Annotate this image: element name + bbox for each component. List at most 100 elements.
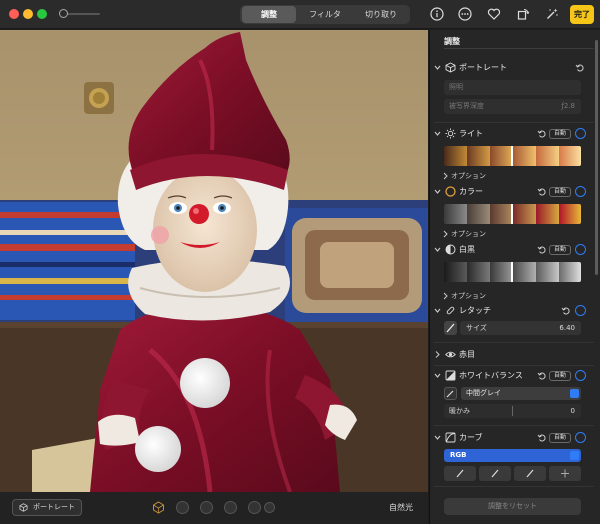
section-divider bbox=[434, 122, 594, 123]
auto-button[interactable]: 自動 bbox=[549, 433, 571, 443]
tab-adjust[interactable]: 調整 bbox=[242, 6, 296, 23]
retouch-toggle[interactable] bbox=[575, 305, 586, 316]
warmth-slider-tick bbox=[512, 406, 513, 416]
undo-icon[interactable] bbox=[537, 129, 546, 138]
light-toggle[interactable] bbox=[575, 128, 586, 139]
mid-point-picker[interactable] bbox=[479, 466, 511, 481]
reset-adjustments-button[interactable]: 調整をリセット bbox=[444, 498, 581, 515]
photo-bottom-bar: ポートレート 自然光 bbox=[0, 492, 428, 524]
section-light[interactable]: ライト 自動 bbox=[434, 127, 594, 141]
chevron-down-icon[interactable] bbox=[434, 245, 441, 254]
info-icon[interactable] bbox=[430, 7, 444, 21]
edit-mode-segmented-control: 調整 フィルタ 切り取り bbox=[240, 5, 410, 24]
auto-button[interactable]: 自動 bbox=[549, 187, 571, 197]
adjust-sidebar: 調整 ポートレート 照明 被写界深度 ƒ2.8 ライト 自動 オプション カラー… bbox=[429, 30, 600, 524]
eyedropper-button[interactable] bbox=[444, 387, 457, 400]
eyedropper-icon bbox=[446, 390, 454, 398]
retouch-size-slider[interactable]: サイズ 6.40 bbox=[460, 321, 581, 335]
light-filmstrip[interactable] bbox=[444, 146, 581, 166]
section-divider bbox=[434, 425, 594, 426]
studio-light-icon[interactable] bbox=[176, 501, 189, 514]
brush-icon bbox=[446, 323, 455, 333]
close-window-button[interactable] bbox=[9, 9, 19, 19]
chevron-down-icon[interactable] bbox=[434, 187, 441, 196]
section-white-balance[interactable]: ホワイトバランス 自動 bbox=[434, 369, 594, 383]
curves-toggle[interactable] bbox=[575, 432, 586, 443]
portrait-lighting-selector bbox=[152, 500, 282, 516]
section-red-eye-label: 赤目 bbox=[459, 350, 475, 359]
tab-filters[interactable]: フィルタ bbox=[298, 6, 352, 23]
chevron-right-icon[interactable] bbox=[434, 350, 440, 359]
curves-icon bbox=[445, 432, 456, 443]
section-color[interactable]: カラー 自動 bbox=[434, 185, 594, 199]
retouch-brush-button[interactable] bbox=[444, 321, 457, 335]
chevron-right-icon bbox=[443, 172, 448, 180]
heart-icon[interactable] bbox=[487, 7, 501, 21]
natural-light-icon[interactable] bbox=[152, 501, 165, 514]
section-portrait[interactable]: ポートレート bbox=[434, 61, 594, 75]
auto-button[interactable]: 自動 bbox=[549, 245, 571, 255]
zoom-slider-knob[interactable] bbox=[59, 9, 68, 18]
more-icon[interactable] bbox=[458, 7, 472, 21]
white-balance-mode-value: 中間グレイ bbox=[466, 389, 501, 397]
black-white-filmstrip-handle[interactable] bbox=[511, 262, 513, 282]
black-white-filmstrip[interactable] bbox=[444, 262, 581, 282]
eyedropper-icon bbox=[456, 469, 464, 478]
crosshair-icon bbox=[561, 469, 569, 478]
chevron-down-icon[interactable] bbox=[434, 371, 441, 380]
chevron-down-icon[interactable] bbox=[434, 129, 441, 138]
white-point-picker[interactable] bbox=[514, 466, 546, 481]
zoom-window-button[interactable] bbox=[37, 9, 47, 19]
color-circle-icon bbox=[445, 186, 456, 197]
color-toggle[interactable] bbox=[575, 186, 586, 197]
clown-doll-photo bbox=[0, 30, 428, 492]
color-filmstrip[interactable] bbox=[444, 204, 581, 224]
black-white-toggle[interactable] bbox=[575, 244, 586, 255]
section-curves[interactable]: カーブ 自動 bbox=[434, 431, 594, 445]
white-balance-toggle[interactable] bbox=[575, 370, 586, 381]
chevron-right-icon bbox=[443, 292, 448, 300]
undo-icon[interactable] bbox=[537, 187, 546, 196]
stage-light-icon[interactable] bbox=[224, 501, 237, 514]
undo-icon[interactable] bbox=[537, 433, 546, 442]
sidebar-scrollbar[interactable] bbox=[595, 40, 598, 275]
portrait-button[interactable]: ポートレート bbox=[12, 499, 82, 516]
minimize-window-button[interactable] bbox=[23, 9, 33, 19]
auto-button[interactable]: 自動 bbox=[549, 371, 571, 381]
high-key-mono-icon[interactable] bbox=[264, 502, 275, 513]
rotate-icon[interactable] bbox=[516, 7, 530, 21]
curves-pickers bbox=[444, 466, 581, 481]
chevron-down-icon[interactable] bbox=[434, 433, 441, 442]
patterned-pillow bbox=[285, 208, 428, 323]
chevron-down-icon[interactable] bbox=[434, 63, 441, 72]
add-point-picker[interactable] bbox=[549, 466, 581, 481]
light-options-label: オプション bbox=[451, 172, 486, 180]
section-red-eye[interactable]: 赤目 bbox=[434, 348, 594, 362]
undo-icon[interactable] bbox=[561, 306, 570, 315]
undo-icon[interactable] bbox=[575, 63, 584, 72]
undo-icon[interactable] bbox=[537, 371, 546, 380]
black-point-picker[interactable] bbox=[444, 466, 476, 481]
white-balance-mode-select[interactable]: 中間グレイ bbox=[461, 387, 581, 400]
undo-icon[interactable] bbox=[537, 245, 546, 254]
curves-channel-select[interactable]: RGB bbox=[444, 449, 581, 462]
warmth-slider[interactable]: 暖かみ 0 bbox=[444, 404, 581, 418]
stage-mono-icon[interactable] bbox=[248, 501, 261, 514]
sun-icon bbox=[445, 128, 456, 139]
contour-light-icon[interactable] bbox=[200, 501, 213, 514]
depth-field-label: 被写界深度 bbox=[449, 102, 484, 110]
section-divider bbox=[434, 486, 594, 487]
chevron-down-icon[interactable] bbox=[434, 306, 441, 315]
section-black-white[interactable]: 白黒 自動 bbox=[434, 243, 594, 257]
black-white-options-label: オプション bbox=[451, 292, 486, 300]
photo-canvas[interactable] bbox=[0, 30, 428, 492]
color-filmstrip-handle[interactable] bbox=[511, 204, 513, 224]
section-retouch[interactable]: レタッチ bbox=[434, 304, 594, 318]
done-button[interactable]: 完了 bbox=[570, 5, 594, 24]
select-caret-icon bbox=[570, 389, 579, 398]
magic-wand-icon[interactable] bbox=[545, 7, 559, 21]
warmth-value: 0 bbox=[570, 407, 575, 415]
light-filmstrip-handle[interactable] bbox=[511, 146, 513, 166]
tab-crop[interactable]: 切り取り bbox=[354, 6, 408, 23]
auto-button[interactable]: 自動 bbox=[549, 129, 571, 139]
